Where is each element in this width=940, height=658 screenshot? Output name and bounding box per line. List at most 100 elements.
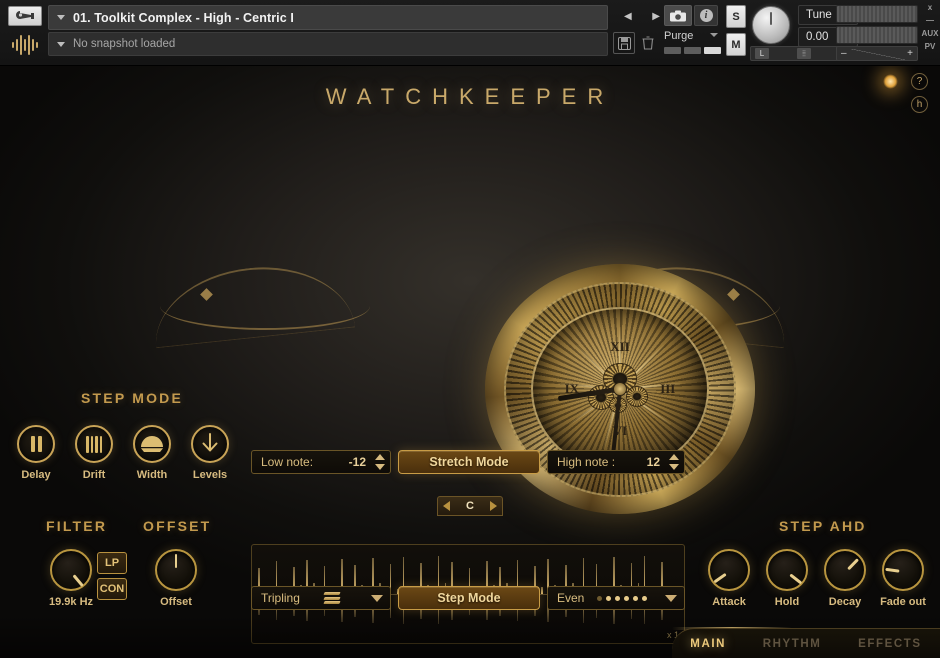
pan-left-label: L [755,48,769,59]
pan-icon: ⦙⦙ [797,48,811,59]
prev-snapshot-button[interactable]: ◀ [624,12,632,22]
tune-knob[interactable] [752,6,794,48]
swing-dot [605,595,611,601]
volume-slider[interactable]: – + [836,46,918,61]
clock-hub [612,382,627,396]
step-ahd-attack-knob[interactable] [708,549,750,591]
help-icon[interactable]: ? [911,73,928,90]
plugin-window: 01. Toolkit Complex - High - Centric I N… [0,0,940,658]
tune-knob-pointer [770,12,772,25]
swing-label: Even [557,591,585,605]
trash-icon[interactable] [637,32,659,54]
note-value: C [466,500,474,512]
attack-knob-pointer [713,573,727,584]
step-mode-toggle-button[interactable]: Step Mode [398,586,540,610]
level-meter-left [836,5,918,23]
next-snapshot-button[interactable]: ▶ [652,12,660,22]
waveform-spike [541,587,543,594]
chevron-down-icon[interactable] [57,41,65,47]
stretch-mode-button[interactable]: Stretch Mode [398,450,540,474]
close-icon[interactable]: x [928,3,932,12]
wrench-icon[interactable] [8,6,42,26]
step-mode-heading: STEP MODE [81,390,184,406]
step-mode-button-delay[interactable] [17,425,55,463]
camera-icon[interactable] [664,5,692,26]
tab-main[interactable]: MAIN [690,638,726,650]
low-note-label: Low note: [261,455,314,469]
tab-rhythm[interactable]: RHYTHM [763,638,822,650]
chevron-down-icon[interactable] [664,594,677,602]
swing-dot [614,595,620,601]
step-mode-button-levels[interactable] [191,425,229,463]
note-prev-button[interactable] [443,501,450,511]
fadeout-knob-pointer [885,568,900,573]
four-bars-icon [86,435,102,453]
offset-knob-pointer [174,554,178,568]
pause-bars-icon [30,436,42,452]
step-mode-button-width[interactable] [133,425,171,463]
low-note-value: -12 [348,455,366,469]
instrument-slot[interactable]: 01. Toolkit Complex - High - Centric I [48,5,608,30]
pv-button[interactable]: PV [925,42,936,51]
offset-heading: OFFSET [143,518,212,534]
waveform-icon[interactable] [6,32,44,58]
step-ahd-fadeout-knob[interactable] [882,549,924,591]
tab-effects[interactable]: EFFECTS [858,638,922,650]
filter-con-button[interactable]: CON [97,578,127,600]
chevron-down-icon[interactable] [57,15,65,20]
chevron-down-icon[interactable] [371,594,383,602]
high-note-label: High note : [557,455,616,469]
solo-mute-group: S M [726,5,746,61]
high-note-stepper[interactable] [667,452,680,472]
level-meters [836,5,918,47]
tune-knob-body[interactable] [752,6,790,44]
division-dropdown[interactable]: Tripling [251,586,391,610]
clock-inner-dial: XII III VI IX [530,306,710,475]
purge-bar [704,47,721,54]
save-glyph [617,36,631,50]
swing-amount-indicator [596,595,647,601]
purge-chevron-icon[interactable] [710,33,718,37]
note-next-button[interactable] [489,501,497,511]
swing-dropdown[interactable]: Even [547,586,685,610]
status-indicator [883,74,898,89]
step-ahd-decay-knob[interactable] [824,549,866,591]
minimize-icon[interactable]: — [926,16,934,25]
numeral-three: III [660,381,676,396]
swing-dot [641,595,647,601]
high-note-field[interactable]: High note : 12 [547,450,685,474]
aux-button[interactable]: AUX [922,29,939,38]
filter-cutoff-knob[interactable] [50,549,92,591]
info-icon[interactable]: i [694,5,718,26]
gear [625,386,648,407]
note-selector[interactable]: C [437,496,503,516]
home-icon[interactable]: h [911,96,928,113]
wrench-glyph [16,11,34,19]
volume-ramp-icon [851,49,905,60]
offset-knob[interactable] [155,549,197,591]
camera-glyph [670,10,686,21]
low-note-field[interactable]: Low note: -12 [251,450,391,474]
header-left-icons [4,4,46,62]
low-note-stepper[interactable] [373,452,386,472]
purge-bar [684,47,701,54]
snapshot-name: No snapshot loaded [73,38,176,50]
decay-knob-pointer [846,558,859,570]
volume-plus[interactable]: + [907,48,913,59]
hold-knob-pointer [789,573,802,585]
offset-knob-label: Offset [160,596,192,608]
solo-button[interactable]: S [726,5,746,28]
tab-bar: MAIN RHYTHM EFFECTS [672,628,940,658]
swing-dot [632,595,638,601]
snapshot-slot[interactable]: No snapshot loaded [48,32,608,56]
step-mode-button-drift[interactable] [75,425,113,463]
mute-button[interactable]: M [726,33,746,56]
division-label: Tripling [261,591,300,605]
save-icon[interactable] [613,32,635,54]
filter-lp-button[interactable]: LP [97,552,127,574]
volume-minus[interactable]: – [841,48,847,59]
down-arrow-icon [202,433,218,452]
step-ahd-hold-knob[interactable] [766,549,808,591]
swing-dot [596,595,602,601]
snapshot-nav: ◀ ▶ [620,8,664,26]
